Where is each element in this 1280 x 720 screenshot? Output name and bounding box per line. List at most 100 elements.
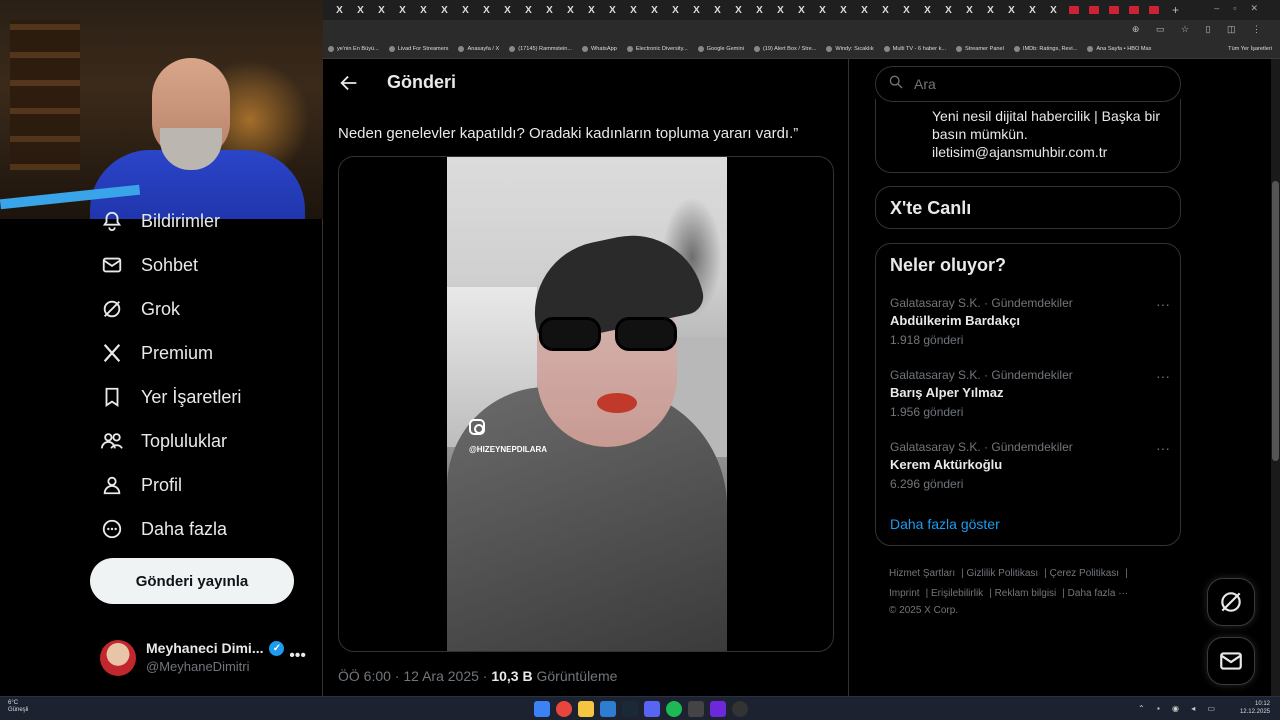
browser-tab[interactable]: X xyxy=(665,5,686,16)
browser-tab[interactable]: X xyxy=(980,5,1001,16)
more-dots-icon[interactable]: ••• xyxy=(289,647,306,665)
tweet-date[interactable]: 12 Ara 2025 xyxy=(403,668,479,684)
messages-fab[interactable] xyxy=(1207,637,1255,685)
bookmark-item[interactable]: Streamer Panel xyxy=(951,46,1009,52)
browser-tab[interactable]: X xyxy=(371,5,392,16)
trends-title: Neler oluyor? xyxy=(890,255,1007,275)
browser-tab[interactable]: X xyxy=(686,5,707,16)
bookmark-item[interactable]: Electronic Diversity... xyxy=(622,46,693,52)
footer-link[interactable]: Erişilebilirlik xyxy=(931,588,983,599)
browser-tab-youtube[interactable] xyxy=(1069,6,1079,14)
browser-tab[interactable]: X xyxy=(1001,5,1022,16)
browser-tab[interactable]: X xyxy=(854,5,875,16)
browser-tab[interactable]: X xyxy=(434,5,455,16)
footer-link[interactable]: Daha fazla ··· xyxy=(1068,588,1129,599)
browser-tab[interactable]: X xyxy=(875,5,896,16)
more-dots-icon[interactable]: ··· xyxy=(1156,296,1170,312)
more-dots-icon[interactable]: ··· xyxy=(1156,368,1170,384)
bookmark-item[interactable]: (17145) Rammstein... xyxy=(504,46,577,52)
taskbar-apps[interactable] xyxy=(534,701,754,717)
new-tab-button[interactable]: + xyxy=(1172,3,1179,17)
toolbar-icons[interactable]: ⊕ ▭ ☆ ▯ ◫ ⋮ xyxy=(1132,24,1268,35)
nav-item-chat[interactable]: Sohbet xyxy=(100,250,198,280)
browser-tab[interactable]: X xyxy=(749,5,770,16)
clock[interactable]: 10:12 12.12.2025 xyxy=(1240,700,1270,716)
trend-item[interactable]: Galatasaray S.K. · Gündemdekiler Kerem A… xyxy=(890,440,1170,500)
browser-tab[interactable]: X xyxy=(1043,5,1064,16)
bookmark-item[interactable]: WhatsApp xyxy=(577,46,622,52)
nav-item-premium[interactable]: Premium xyxy=(100,338,213,368)
browser-tab[interactable]: X xyxy=(623,5,644,16)
tweet-time[interactable]: ÖÖ 6:00 xyxy=(338,668,391,684)
bookmark-item[interactable]: Google Gemini xyxy=(693,46,749,52)
browser-tab[interactable]: X xyxy=(1022,5,1043,16)
more-dots-icon[interactable]: ··· xyxy=(1156,440,1170,456)
trend-count: 1.956 gönderi xyxy=(890,405,964,419)
tweet-media[interactable]: @HIZEYNEPDILARA xyxy=(338,156,834,652)
bookmark-favicon-icon xyxy=(388,46,395,52)
bookmarks-folder[interactable]: Tüm Yer İşaretleri xyxy=(1228,46,1272,52)
browser-tab-youtube[interactable] xyxy=(1109,6,1119,14)
browser-tab[interactable]: X xyxy=(728,5,749,16)
bookmark-item[interactable]: IMDb: Ratings, Revi... xyxy=(1009,46,1082,52)
bookmark-item[interactable]: Ana Sayfa • HBO Max xyxy=(1082,46,1156,52)
browser-tab[interactable]: X xyxy=(560,5,581,16)
browser-tab[interactable]: X xyxy=(644,5,665,16)
system-tray-icons[interactable]: ⌃ ▪ ◉ ◂ ▭ xyxy=(1138,704,1220,713)
bookmark-item[interactable]: (19) Alert Box / Stre... xyxy=(749,46,821,52)
browser-tab-youtube[interactable] xyxy=(1149,6,1159,14)
browser-tab[interactable]: X xyxy=(476,5,497,16)
bookmark-item[interactable]: Windy: Sıcaklık xyxy=(821,46,878,52)
nav-item-notifications[interactable]: Bildirimler xyxy=(100,206,220,236)
browser-tab[interactable]: X xyxy=(917,5,938,16)
browser-tab[interactable]: X xyxy=(770,5,791,16)
footer-link[interactable]: Gizlilik Politikası xyxy=(967,568,1039,579)
nav-item-profile[interactable]: Profil xyxy=(100,470,182,500)
footer-link[interactable]: Çerez Politikası xyxy=(1050,568,1119,579)
browser-tab[interactable]: X xyxy=(581,5,602,16)
window-controls[interactable]: –▫✕ xyxy=(1214,3,1272,14)
browser-tab-youtube[interactable] xyxy=(1089,6,1099,14)
weather-widget[interactable]: 6°C Güneşli xyxy=(8,700,28,714)
grok-fab[interactable] xyxy=(1207,578,1255,626)
bookmark-item[interactable]: ye'nin En Büyü... xyxy=(323,46,384,52)
trend-item[interactable]: Galatasaray S.K. · Gündemdekiler Barış A… xyxy=(890,368,1170,428)
page-scrollbar[interactable] xyxy=(1271,59,1280,696)
show-more-link[interactable]: Daha fazla göster xyxy=(890,516,1000,532)
trend-item[interactable]: Galatasaray S.K. · Gündemdekiler Abdülke… xyxy=(890,296,1170,356)
browser-tab[interactable]: X xyxy=(350,5,371,16)
nav-item-bookmarks[interactable]: Yer İşaretleri xyxy=(100,382,241,412)
bookmark-item[interactable]: Livad For Streamers xyxy=(384,46,454,52)
browser-tab[interactable]: X xyxy=(791,5,812,16)
browser-tab[interactable]: X xyxy=(812,5,833,16)
browser-tab[interactable]: X xyxy=(602,5,623,16)
bookmark-item[interactable]: Anasayfa / X xyxy=(453,46,504,52)
post-button[interactable]: Gönderi yayınla xyxy=(90,558,294,604)
account-switcher[interactable]: Meyhaneci Dimi... ✓ @MeyhaneDimitri ••• xyxy=(100,637,310,681)
live-card[interactable]: X'te Canlı xyxy=(875,186,1181,229)
browser-tab[interactable]: X xyxy=(938,5,959,16)
footer-link[interactable]: Imprint xyxy=(889,588,920,599)
browser-tab[interactable]: X xyxy=(959,5,980,16)
scrollbar-thumb[interactable] xyxy=(1272,181,1279,461)
back-arrow-icon[interactable] xyxy=(338,72,360,94)
browser-tab[interactable]: X xyxy=(413,5,434,16)
browser-tab[interactable]: X xyxy=(707,5,728,16)
nav-item-communities[interactable]: Topluluklar xyxy=(100,426,227,456)
browser-tab[interactable]: X xyxy=(896,5,917,16)
search-input[interactable]: Ara xyxy=(875,66,1181,102)
browser-tab[interactable]: X xyxy=(539,5,560,16)
video-player[interactable]: @HIZEYNEPDILARA xyxy=(447,157,727,651)
footer-link[interactable]: Reklam bilgisi xyxy=(995,588,1057,599)
browser-tab[interactable]: X xyxy=(329,5,350,16)
browser-tab[interactable]: X xyxy=(455,5,476,16)
browser-tab[interactable]: X xyxy=(833,5,854,16)
bookmark-item[interactable]: Multi TV - 6 haber k... xyxy=(879,46,951,52)
browser-tab[interactable]: X xyxy=(497,5,518,16)
nav-item-more[interactable]: Daha fazla xyxy=(100,514,227,544)
browser-tab[interactable]: X xyxy=(518,5,539,16)
footer-link[interactable]: Hizmet Şartları xyxy=(889,568,955,579)
browser-tab[interactable]: X xyxy=(392,5,413,16)
browser-tab-youtube[interactable] xyxy=(1129,6,1139,14)
nav-item-grok[interactable]: Grok xyxy=(100,294,180,324)
